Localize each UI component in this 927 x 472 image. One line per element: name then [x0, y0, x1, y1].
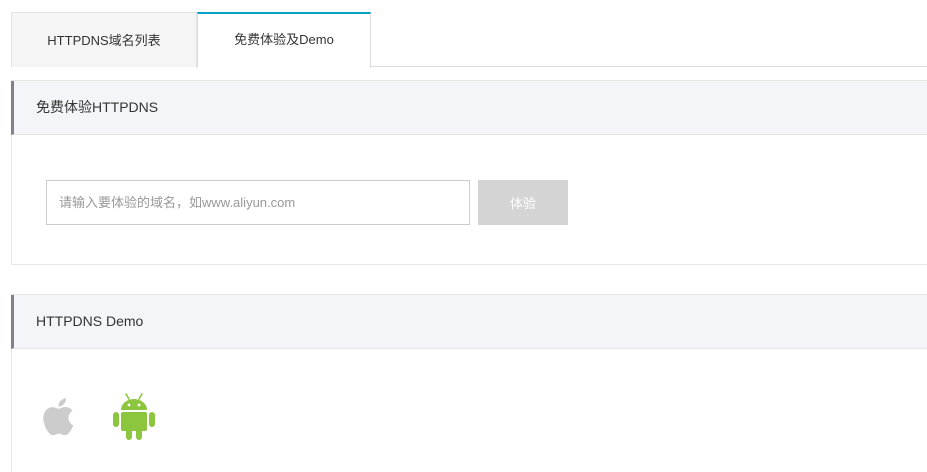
apple-icon[interactable] — [39, 390, 83, 442]
tab-free-trial-demo[interactable]: 免费体验及Demo — [197, 12, 371, 68]
trial-panel: 免费体验HTTPDNS 体验 — [11, 80, 927, 265]
demo-panel: HTTPDNS Demo — [11, 294, 927, 472]
domain-input[interactable] — [46, 180, 470, 225]
tab-free-trial-demo-label: 免费体验及Demo — [234, 32, 334, 47]
tab-domain-list[interactable]: HTTPDNS域名列表 — [11, 12, 197, 67]
trial-panel-title: 免费体验HTTPDNS — [11, 81, 927, 135]
try-button[interactable]: 体验 — [478, 180, 568, 225]
tab-bar: HTTPDNS域名列表 免费体验及Demo — [11, 12, 927, 68]
android-icon[interactable] — [112, 390, 156, 442]
tab-domain-list-label: HTTPDNS域名列表 — [47, 33, 161, 48]
page: HTTPDNS域名列表 免费体验及Demo 免费体验HTTPDNS 体验 HTT… — [0, 0, 927, 472]
demo-panel-title: HTTPDNS Demo — [11, 295, 927, 349]
